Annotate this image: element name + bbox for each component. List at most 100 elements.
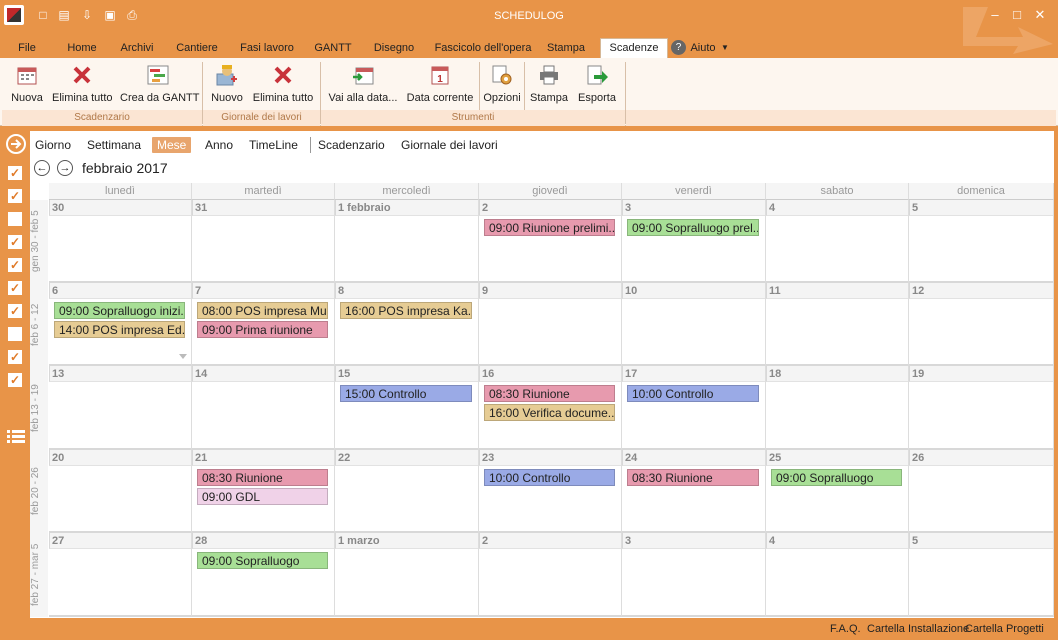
- day-cell[interactable]: 2: [479, 533, 622, 617]
- calendar-event[interactable]: 15:00 Controllo: [340, 385, 472, 402]
- aiuto-dropdown-icon[interactable]: ▼: [720, 38, 730, 58]
- day-cell[interactable]: 14: [192, 366, 335, 450]
- view-anno[interactable]: Anno: [205, 137, 233, 153]
- view-scadenzario[interactable]: Scadenzario: [318, 137, 385, 153]
- day-cell[interactable]: 3: [622, 200, 766, 283]
- sidebar-checkbox[interactable]: ✓: [8, 166, 22, 180]
- tab-scadenze[interactable]: Scadenze: [600, 38, 668, 59]
- close-icon[interactable]: ✕: [1031, 6, 1049, 24]
- calendar-event[interactable]: 10:00 Controllo: [627, 385, 759, 402]
- calendar-event[interactable]: 09:00 Sopralluogo: [771, 469, 902, 486]
- tab-disegno[interactable]: Disegno: [372, 38, 416, 58]
- tab-gantt[interactable]: GANTT: [313, 38, 353, 58]
- day-cell[interactable]: 31: [192, 200, 335, 283]
- calendar-event[interactable]: 08:30 Riunione: [197, 469, 328, 486]
- day-cell[interactable]: 10: [622, 283, 766, 366]
- day-cell[interactable]: 27: [49, 533, 192, 617]
- tab-file[interactable]: File: [10, 38, 44, 58]
- sidebar-checkbox[interactable]: ✓: [8, 281, 22, 295]
- sidebar-checkbox[interactable]: ✓: [8, 350, 22, 364]
- sidebar-checkbox[interactable]: ✓: [8, 235, 22, 249]
- cartella-progetti-link[interactable]: Cartella Progetti: [965, 623, 1044, 635]
- maximize-icon[interactable]: □: [1008, 6, 1026, 24]
- calendar-event[interactable]: 16:00 POS impresa Ka...: [340, 302, 472, 319]
- day-cell[interactable]: 13: [49, 366, 192, 450]
- day-cell[interactable]: 25: [766, 450, 909, 533]
- view-settimana[interactable]: Settimana: [87, 137, 141, 153]
- minimize-icon[interactable]: –: [986, 6, 1004, 24]
- day-cell[interactable]: 5: [909, 200, 1054, 283]
- view-giornale[interactable]: Giornale dei lavori: [401, 137, 498, 153]
- calendar-event[interactable]: 09:00 Sopralluogo: [197, 552, 328, 569]
- day-cell[interactable]: 2: [479, 200, 622, 283]
- tab-archivi[interactable]: Archivi: [118, 38, 156, 58]
- tab-aiuto[interactable]: Aiuto: [688, 38, 718, 58]
- day-cell[interactable]: 4: [766, 533, 909, 617]
- day-cell[interactable]: 20: [49, 450, 192, 533]
- sidebar-checkbox[interactable]: ✓: [8, 373, 22, 387]
- tab-fascicolo[interactable]: Fascicolo dell'opera: [434, 38, 532, 58]
- list-icon[interactable]: [6, 428, 26, 446]
- calendar-event[interactable]: 09:00 Sopralluogo prel...: [627, 219, 759, 236]
- cartella-installazione-link[interactable]: Cartella Installazione: [867, 623, 969, 635]
- day-cell[interactable]: 8: [335, 283, 479, 366]
- calendar-event[interactable]: 08:00 POS impresa Mu...: [197, 302, 328, 319]
- tab-home[interactable]: Home: [64, 38, 100, 58]
- day-cell[interactable]: 15: [335, 366, 479, 450]
- day-cell[interactable]: 4: [766, 200, 909, 283]
- day-cell[interactable]: 22: [335, 450, 479, 533]
- more-events-icon[interactable]: [179, 354, 187, 359]
- ribbon-tabs: File Home Archivi Cantiere Fasi lavoro G…: [0, 38, 1058, 59]
- view-mese[interactable]: Mese: [152, 137, 192, 153]
- data-corrente-button[interactable]: 1 Data corrente: [406, 62, 474, 108]
- day-cell[interactable]: 19: [909, 366, 1054, 450]
- vai-alla-data-button[interactable]: Vai alla data...: [328, 62, 398, 108]
- tab-stampa[interactable]: Stampa: [546, 38, 586, 58]
- elimina-tutto-scadenzario-button[interactable]: Elimina tutto: [52, 62, 113, 108]
- faq-link[interactable]: F.A.Q.: [830, 623, 861, 635]
- day-cell[interactable]: 11: [766, 283, 909, 366]
- calendar-event[interactable]: 09:00 Prima riunione: [197, 321, 328, 338]
- sidebar-checkbox[interactable]: [8, 212, 22, 226]
- day-cell[interactable]: 5: [909, 533, 1054, 617]
- opzioni-button[interactable]: Opzioni: [483, 62, 521, 108]
- stampa-button[interactable]: Stampa: [529, 62, 569, 108]
- tab-fasi-lavoro[interactable]: Fasi lavoro: [239, 38, 295, 58]
- day-cell[interactable]: 24: [622, 450, 766, 533]
- sidebar-checkbox[interactable]: ✓: [8, 304, 22, 318]
- calendar-event[interactable]: 09:00 Riunione prelimi...: [484, 219, 615, 236]
- sidebar-checkbox[interactable]: ✓: [8, 189, 22, 203]
- day-cell[interactable]: 18: [766, 366, 909, 450]
- calendar-event[interactable]: 16:00 Verifica docume...: [484, 404, 615, 421]
- nuova-button[interactable]: Nuova: [8, 62, 46, 108]
- help-icon[interactable]: ?: [671, 40, 686, 55]
- day-cell[interactable]: 28: [192, 533, 335, 617]
- day-cell[interactable]: 23: [479, 450, 622, 533]
- day-cell[interactable]: 1 febbraio: [335, 200, 479, 283]
- calendar-event[interactable]: 14:00 POS impresa Ed...: [54, 321, 185, 338]
- day-cell[interactable]: 12: [909, 283, 1054, 366]
- calendar-event[interactable]: 09:00 Sopralluogo inizi...: [54, 302, 185, 319]
- day-cell[interactable]: 1 marzo: [335, 533, 479, 617]
- collapse-arrow-icon[interactable]: [5, 133, 27, 155]
- view-giorno[interactable]: Giorno: [35, 137, 71, 153]
- sidebar-checkbox[interactable]: ✓: [8, 258, 22, 272]
- calendar-event[interactable]: 10:00 Controllo: [484, 469, 615, 486]
- esporta-button[interactable]: Esporta: [576, 62, 618, 108]
- calendar-event[interactable]: 09:00 GDL: [197, 488, 328, 505]
- next-month-button[interactable]: →: [57, 160, 73, 176]
- view-timeline[interactable]: TimeLine: [249, 137, 298, 153]
- day-cell[interactable]: 9: [479, 283, 622, 366]
- prev-month-button[interactable]: ←: [34, 160, 50, 176]
- tab-cantiere[interactable]: Cantiere: [174, 38, 220, 58]
- calendar-event[interactable]: 08:30 Riunione: [627, 469, 759, 486]
- calendar-event[interactable]: 08:30 Riunione: [484, 385, 615, 402]
- day-cell[interactable]: 26: [909, 450, 1054, 533]
- day-cell[interactable]: 3: [622, 533, 766, 617]
- nuovo-button[interactable]: Nuovo: [208, 62, 246, 108]
- sidebar-checkbox[interactable]: [8, 327, 22, 341]
- day-cell[interactable]: 30: [49, 200, 192, 283]
- day-cell[interactable]: 17: [622, 366, 766, 450]
- elimina-tutto-giornale-button[interactable]: Elimina tutto: [252, 62, 314, 108]
- crea-da-gantt-button[interactable]: Crea da GANTT: [120, 62, 199, 108]
